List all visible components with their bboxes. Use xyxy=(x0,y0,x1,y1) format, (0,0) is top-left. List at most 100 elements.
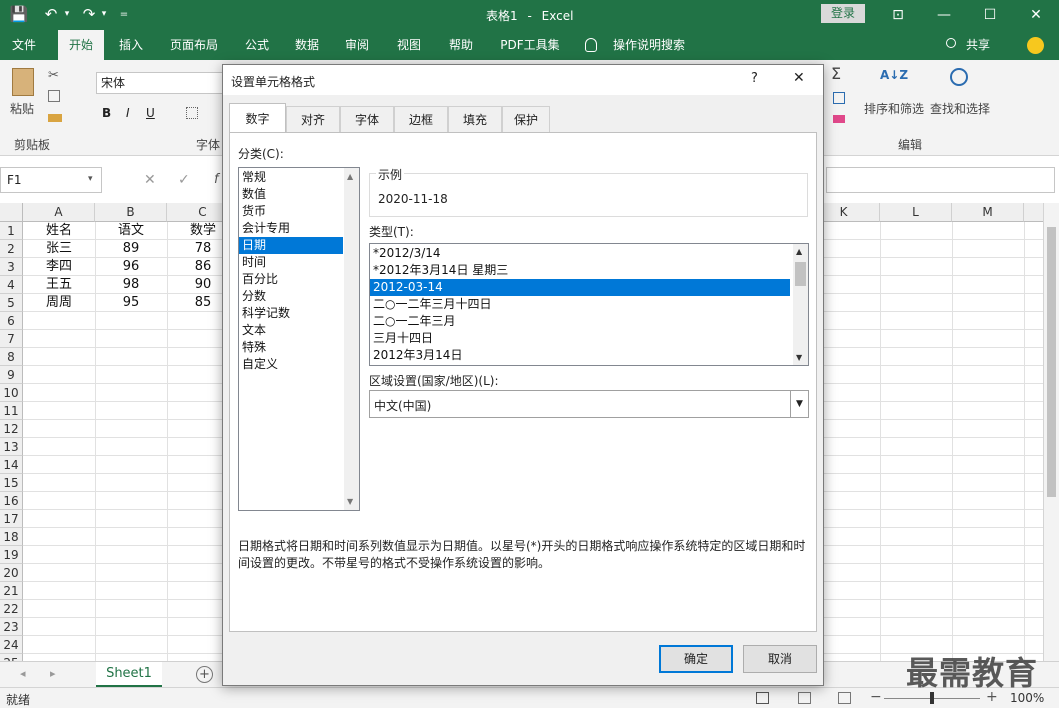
type-item[interactable]: 2012-03-14 xyxy=(370,279,790,296)
autosum-icon[interactable]: Σ xyxy=(831,64,841,83)
scroll-down-icon[interactable]: ▼ xyxy=(347,497,353,506)
tell-me-search[interactable]: 操作说明搜索 xyxy=(606,30,692,60)
row-header[interactable]: 10 xyxy=(0,384,23,402)
tab-alignment[interactable]: 对齐 xyxy=(286,106,340,132)
tab-font[interactable]: 字体 xyxy=(340,106,394,132)
tab-protection[interactable]: 保护 xyxy=(502,106,550,132)
row-header[interactable]: 23 xyxy=(0,618,23,636)
column-header-m[interactable]: M xyxy=(952,203,1024,222)
name-box[interactable]: F1 xyxy=(0,167,102,193)
fx-icon[interactable]: f xyxy=(214,172,219,187)
row-header[interactable]: 11 xyxy=(0,402,23,420)
cell[interactable]: 姓名 xyxy=(23,222,95,240)
category-item[interactable]: 百分比 xyxy=(239,271,343,288)
add-sheet-button[interactable]: + xyxy=(196,666,213,683)
redo-dropdown-icon[interactable]: ▾ xyxy=(99,3,109,25)
category-item[interactable]: 时间 xyxy=(239,254,343,271)
redo-icon[interactable]: ↷ xyxy=(80,3,98,25)
undo-icon[interactable]: ↶ xyxy=(42,3,60,25)
minimize-button[interactable]: — xyxy=(921,0,967,30)
paste-icon[interactable] xyxy=(12,68,34,96)
font-name-box[interactable]: 宋体 xyxy=(96,72,224,94)
cell[interactable]: 95 xyxy=(95,294,167,312)
column-header-b[interactable]: B xyxy=(95,203,167,222)
column-header-a[interactable]: A xyxy=(23,203,95,222)
tab-review[interactable]: 审阅 xyxy=(338,30,376,60)
cell[interactable]: 96 xyxy=(95,258,167,276)
category-scrollbar[interactable]: ▲ ▼ xyxy=(344,168,359,510)
row-header[interactable]: 6 xyxy=(0,312,23,330)
tab-help[interactable]: 帮助 xyxy=(442,30,480,60)
type-item[interactable]: 2012年3月14日 xyxy=(370,347,790,364)
category-item[interactable]: 自定义 xyxy=(239,356,343,373)
type-item[interactable]: *2012/3/14 xyxy=(370,245,790,262)
row-header[interactable]: 2 xyxy=(0,240,23,258)
scroll-up-icon[interactable]: ▲ xyxy=(796,247,802,256)
row-header[interactable]: 24 xyxy=(0,636,23,654)
row-header[interactable]: 4 xyxy=(0,276,23,294)
undo-dropdown-icon[interactable]: ▾ xyxy=(62,3,72,25)
dialog-help-button[interactable]: ? xyxy=(751,71,758,86)
tab-insert[interactable]: 插入 xyxy=(112,30,150,60)
cut-icon[interactable]: ✂ xyxy=(48,68,59,83)
save-icon[interactable]: 💾 xyxy=(8,3,30,25)
tab-border[interactable]: 边框 xyxy=(394,106,448,132)
category-item[interactable]: 分数 xyxy=(239,288,343,305)
smiley-icon[interactable] xyxy=(1027,37,1044,54)
format-painter-icon[interactable] xyxy=(48,114,62,122)
type-item[interactable]: 三月十四日 xyxy=(370,330,790,347)
fill-icon[interactable] xyxy=(833,92,845,104)
tab-home[interactable]: 开始 xyxy=(58,30,104,60)
row-header[interactable]: 14 xyxy=(0,456,23,474)
login-button[interactable]: 登录 xyxy=(821,4,865,23)
scroll-down-icon[interactable]: ▼ xyxy=(796,353,802,362)
vertical-scrollbar[interactable] xyxy=(1043,203,1059,661)
row-header[interactable]: 17 xyxy=(0,510,23,528)
category-item[interactable]: 货币 xyxy=(239,203,343,220)
italic-button[interactable]: I xyxy=(126,106,130,120)
tab-view[interactable]: 视图 xyxy=(390,30,428,60)
bold-button[interactable]: B xyxy=(102,106,111,120)
clear-icon[interactable] xyxy=(833,115,845,123)
cancel-icon[interactable]: ✕ xyxy=(144,172,156,188)
row-header[interactable]: 9 xyxy=(0,366,23,384)
row-header[interactable]: 5 xyxy=(0,294,23,312)
search-icon[interactable] xyxy=(950,68,968,86)
sheet-next-icon[interactable]: ▸ xyxy=(50,667,56,680)
find-select-button[interactable]: 查找和选择 xyxy=(930,100,990,117)
border-icon[interactable] xyxy=(186,107,198,119)
tab-pdf-tools[interactable]: PDF工具集 xyxy=(492,30,568,60)
tab-data[interactable]: 数据 xyxy=(288,30,326,60)
share-button[interactable]: 共享 xyxy=(962,30,994,60)
page-break-view-icon[interactable] xyxy=(838,692,851,704)
row-header[interactable]: 7 xyxy=(0,330,23,348)
tab-number[interactable]: 数字 xyxy=(229,103,286,133)
category-item[interactable]: 会计专用 xyxy=(239,220,343,237)
ribbon-display-icon[interactable]: ⊡ xyxy=(875,0,921,30)
maximize-button[interactable]: ☐ xyxy=(967,0,1013,30)
confirm-icon[interactable]: ✓ xyxy=(178,172,190,188)
category-item[interactable]: 常规 xyxy=(239,169,343,186)
row-header[interactable]: 3 xyxy=(0,258,23,276)
row-header[interactable]: 18 xyxy=(0,528,23,546)
scrollbar-thumb[interactable] xyxy=(1047,227,1056,497)
cell[interactable]: 周周 xyxy=(23,294,95,312)
ok-button[interactable]: 确定 xyxy=(659,645,733,673)
cell[interactable]: 98 xyxy=(95,276,167,294)
cancel-button[interactable]: 取消 xyxy=(743,645,817,673)
normal-view-icon[interactable] xyxy=(756,692,769,704)
zoom-out-button[interactable]: − xyxy=(870,689,882,705)
category-list[interactable]: ▲ ▼ 常规 数值 货币 会计专用 日期 时间 百分比 分数 科学记数 文本 特殊 自定义 xyxy=(238,167,360,511)
cell[interactable]: 张三 xyxy=(23,240,95,258)
row-header[interactable]: 8 xyxy=(0,348,23,366)
locale-select[interactable]: 中文(中国) ▼ xyxy=(369,390,809,418)
row-header[interactable]: 21 xyxy=(0,582,23,600)
cell[interactable]: 王五 xyxy=(23,276,95,294)
page-layout-view-icon[interactable] xyxy=(798,692,811,704)
tab-formulas[interactable]: 公式 xyxy=(238,30,276,60)
column-header-l[interactable]: L xyxy=(880,203,952,222)
name-box-dropdown-icon[interactable]: ▾ xyxy=(88,174,93,184)
category-item[interactable]: 科学记数 xyxy=(239,305,343,322)
category-item[interactable]: 数值 xyxy=(239,186,343,203)
dialog-close-button[interactable]: ✕ xyxy=(793,70,805,86)
